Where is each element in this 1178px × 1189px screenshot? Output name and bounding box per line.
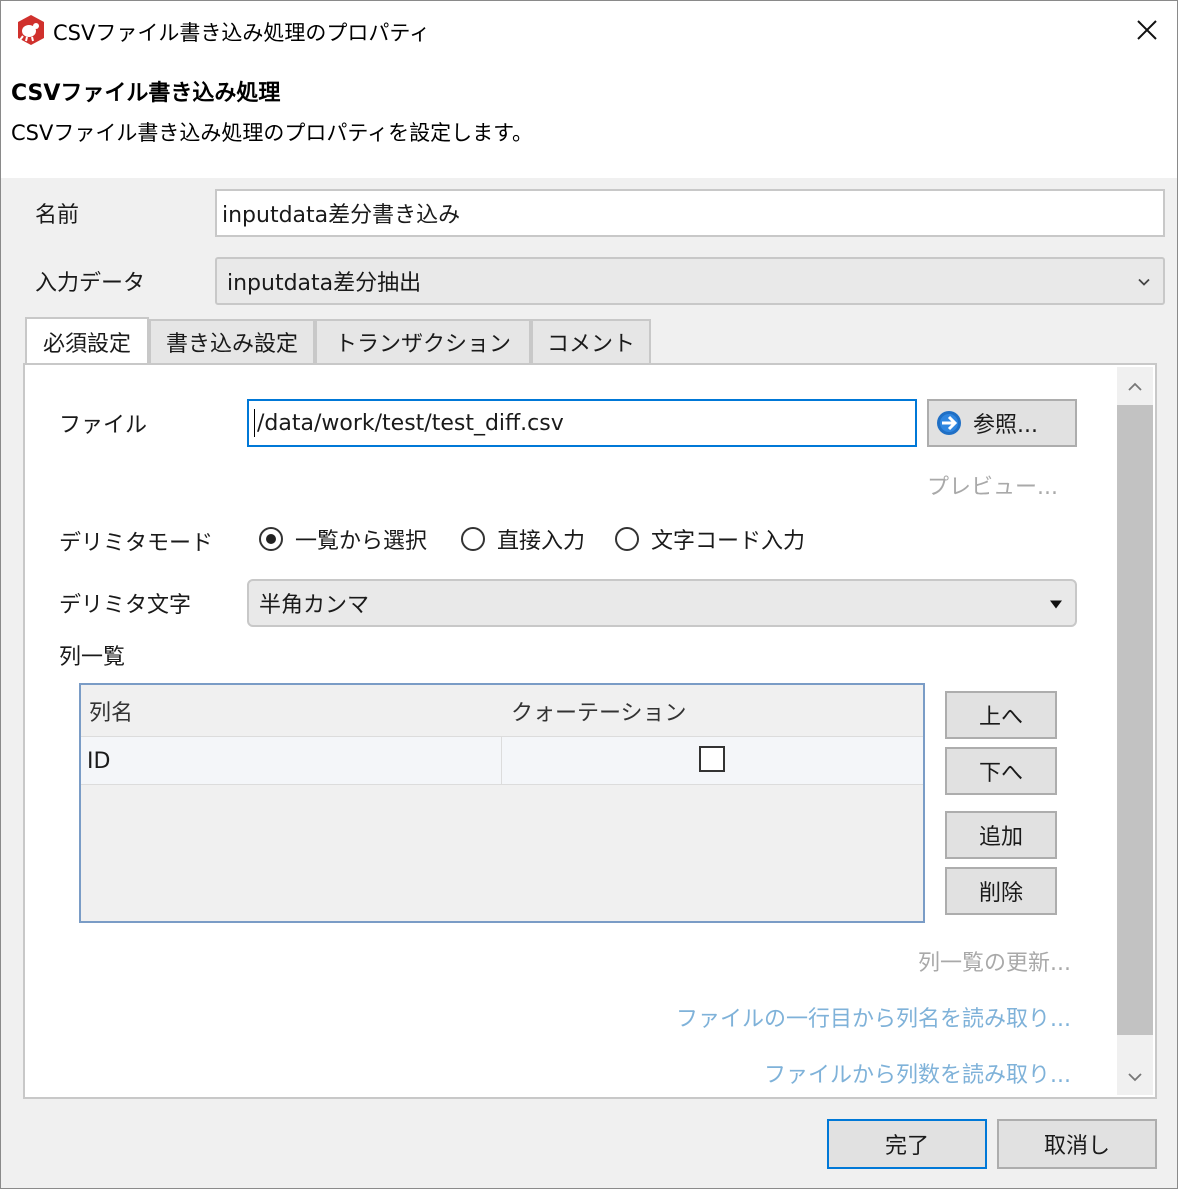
cell-divider xyxy=(501,737,502,785)
row-column-name[interactable]: ID xyxy=(87,737,110,785)
file-label: ファイル xyxy=(59,413,148,438)
delimiter-mode-label: デリミタモード xyxy=(59,531,214,556)
delete-button[interactable]: 削除 xyxy=(945,867,1057,915)
delimiter-char-value: 半角カンマ xyxy=(259,593,370,618)
input-data-value: inputdata差分抽出 xyxy=(227,271,422,296)
close-button[interactable] xyxy=(1117,1,1177,59)
columns-table[interactable]: 列名 クォーテーション ID xyxy=(79,683,925,923)
read-header-link[interactable]: ファイルの一行目から列名を読み取り... xyxy=(676,1001,1071,1033)
move-up-button[interactable]: 上へ xyxy=(945,691,1057,739)
name-label: 名前 xyxy=(35,203,80,228)
arrow-right-circle-icon xyxy=(937,411,961,435)
browse-button[interactable]: 参照... xyxy=(927,399,1077,447)
radio-select-from-list-label[interactable]: 一覧から選択 xyxy=(295,523,427,555)
browse-label: 参照... xyxy=(973,413,1038,438)
properties-dialog: CSVファイル書き込み処理のプロパティ CSVファイル書き込み処理 CSVファイ… xyxy=(0,0,1178,1189)
ok-button[interactable]: 完了 xyxy=(827,1119,987,1169)
add-button[interactable]: 追加 xyxy=(945,811,1057,859)
tab-write-settings[interactable]: 書き込み設定 xyxy=(149,319,315,363)
scrollbar-thumb[interactable] xyxy=(1117,405,1153,1035)
radio-select-from-list[interactable] xyxy=(259,527,283,551)
quotation-checkbox[interactable] xyxy=(699,746,725,772)
preview-link[interactable]: プレビュー... xyxy=(927,469,1058,501)
file-path-value: /data/work/test/test_diff.csv xyxy=(257,410,564,436)
close-icon xyxy=(1137,20,1157,40)
window-title: CSVファイル書き込み処理のプロパティ xyxy=(53,21,431,45)
delimiter-char-select[interactable]: 半角カンマ xyxy=(247,579,1077,627)
radio-direct-input-label[interactable]: 直接入力 xyxy=(497,523,585,555)
header-description: CSVファイル書き込み処理のプロパティを設定します。 xyxy=(11,121,533,145)
table-row[interactable]: ID xyxy=(81,737,923,785)
title-bar: CSVファイル書き込み処理のプロパティ xyxy=(1,1,1177,61)
refresh-columns-link[interactable]: 列一覧の更新... xyxy=(918,945,1071,977)
dialog-header: CSVファイル書き込み処理 CSVファイル書き込み処理のプロパティを設定します。 xyxy=(1,61,1177,178)
name-input[interactable]: inputdata差分書き込み xyxy=(215,189,1165,237)
header-title: CSVファイル書き込み処理 xyxy=(11,81,281,106)
columns-label: 列一覧 xyxy=(59,645,126,670)
radio-char-code-input-label[interactable]: 文字コード入力 xyxy=(651,523,805,555)
delimiter-char-label: デリミタ文字 xyxy=(59,593,192,618)
chevron-down-icon xyxy=(1137,269,1151,294)
column-header-name[interactable]: 列名 xyxy=(89,695,133,727)
tab-required-settings[interactable]: 必須設定 xyxy=(25,317,149,365)
column-header-quotation[interactable]: クォーテーション xyxy=(511,695,687,727)
text-cursor xyxy=(254,409,255,437)
dropdown-arrow-icon xyxy=(1049,591,1063,616)
input-data-label: 入力データ xyxy=(35,271,146,296)
file-path-input[interactable]: /data/work/test/test_diff.csv xyxy=(247,399,917,447)
read-column-count-link[interactable]: ファイルから列数を読み取り... xyxy=(764,1057,1071,1089)
chevron-up-icon xyxy=(1128,382,1142,391)
table-header: 列名 クォーテーション xyxy=(81,685,923,737)
chevron-down-icon xyxy=(1128,1073,1142,1082)
cancel-button[interactable]: 取消し xyxy=(997,1119,1157,1169)
tab-comment[interactable]: コメント xyxy=(531,319,651,363)
scroll-down-button[interactable] xyxy=(1117,1059,1153,1095)
move-down-button[interactable]: 下へ xyxy=(945,747,1057,795)
scroll-up-button[interactable] xyxy=(1117,369,1153,405)
app-bug-icon xyxy=(15,14,47,46)
radio-direct-input[interactable] xyxy=(461,527,485,551)
tab-transaction[interactable]: トランザクション xyxy=(315,319,531,363)
radio-char-code-input[interactable] xyxy=(615,527,639,551)
input-data-select[interactable]: inputdata差分抽出 xyxy=(215,257,1165,305)
